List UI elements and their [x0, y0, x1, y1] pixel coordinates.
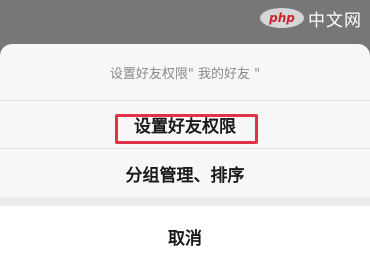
group-manage-sort-option[interactable]: 分组管理、排序 [0, 149, 370, 197]
highlight-box [115, 114, 258, 144]
cancel-button[interactable]: 取消 [0, 206, 370, 267]
action-sheet-title: 设置好友权限" 我的好友 " [109, 66, 261, 82]
cancel-label: 取消 [168, 229, 202, 249]
section-gap [0, 197, 370, 206]
watermark-text: 中文网 [308, 10, 362, 31]
option-label: 分组管理、排序 [125, 165, 245, 186]
php-logo: php [260, 8, 304, 28]
watermark: php 中文网 [260, 4, 362, 32]
action-sheet: 设置好友权限" 我的好友 " 设置好友权限 分组管理、排序 取消 [0, 44, 370, 267]
